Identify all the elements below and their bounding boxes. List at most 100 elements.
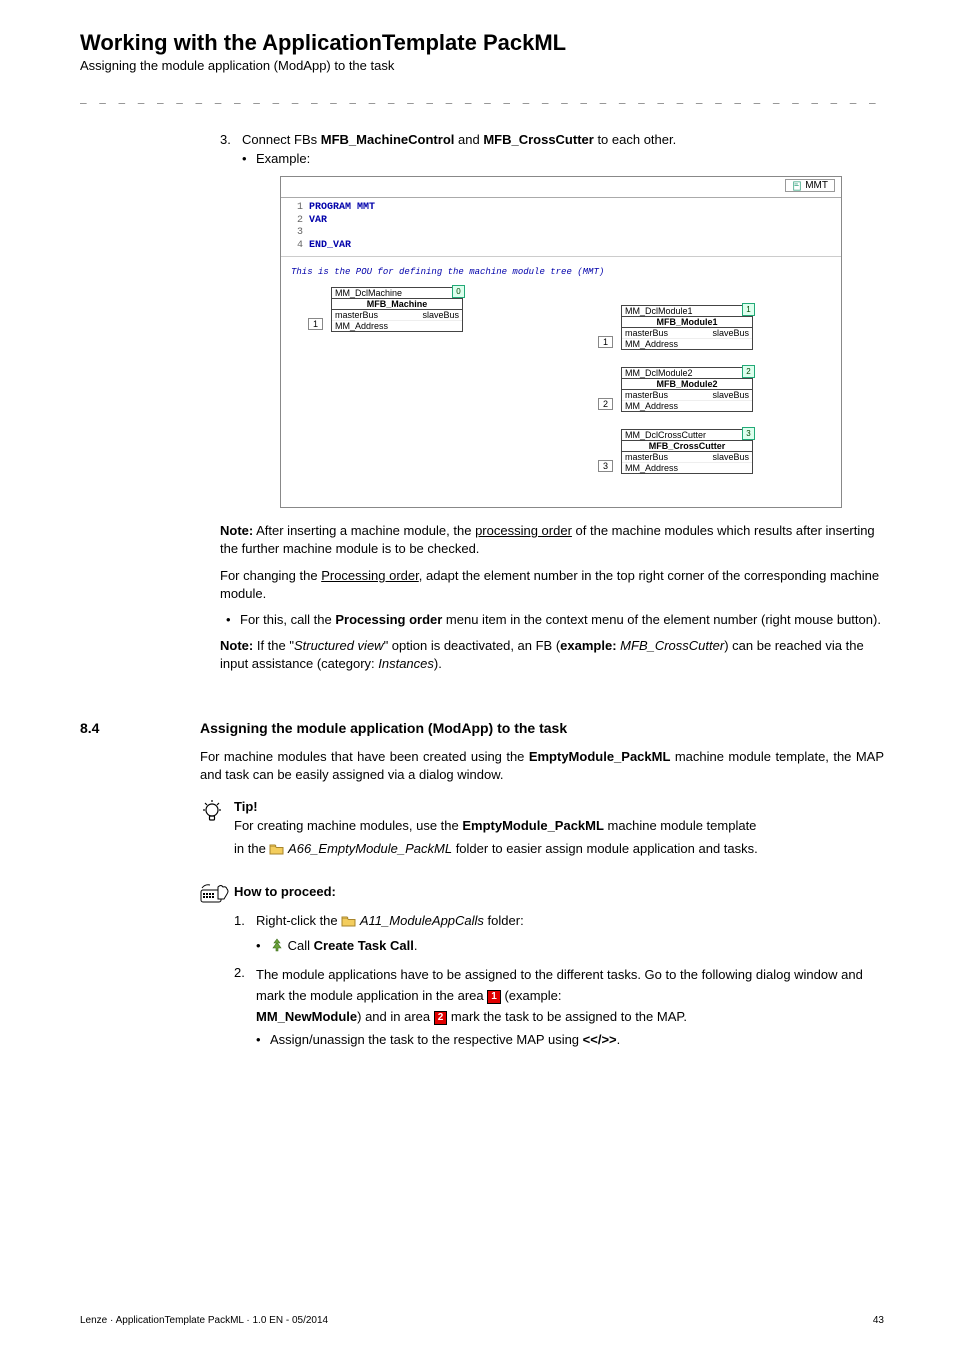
port: masterBus <box>335 310 378 320</box>
fb-type: MFB_Module2 <box>622 379 752 390</box>
howto-title: How to proceed: <box>234 884 336 899</box>
text: For this, call the <box>240 612 335 627</box>
processing-order[interactable]: 2 <box>742 365 755 378</box>
port: masterBus <box>625 328 668 338</box>
step-number: 2. <box>234 965 256 1050</box>
input-index: 2 <box>598 398 613 410</box>
action-name: Create Task Call <box>314 938 414 953</box>
tip-block: Tip! For creating machine modules, use t… <box>200 799 884 858</box>
port: slaveBus <box>712 452 749 462</box>
text: If the " <box>253 638 294 653</box>
instance-name: MM_DclModule1 <box>622 306 752 317</box>
howto-step-2: 2. The module applications have to be as… <box>234 965 884 1050</box>
note-label: Note: <box>220 523 253 538</box>
callout-marker-2: 2 <box>434 1011 448 1025</box>
editor-tab-mmt[interactable]: MMT <box>785 179 835 192</box>
port: slaveBus <box>422 310 459 320</box>
text: For machine modules that have been creat… <box>200 749 529 764</box>
text: After inserting a machine module, the <box>253 523 475 538</box>
processing-order[interactable]: 1 <box>742 303 755 316</box>
bold: example: <box>560 638 616 653</box>
bold: EmptyModule_PackML <box>462 818 604 833</box>
howto-step-1: 1. Right-click the A11_ModuleAppCalls fo… <box>234 913 884 959</box>
fb-type: MFB_CrossCutter <box>622 441 752 452</box>
note-structured-view: Note: If the "Structured view" option is… <box>220 637 884 672</box>
text: in the <box>234 841 269 856</box>
tip-title: Tip! <box>234 799 758 814</box>
divider: _ _ _ _ _ _ _ _ _ _ _ _ _ _ _ _ _ _ _ _ … <box>80 91 884 104</box>
fb-type: MFB_Module1 <box>622 317 752 328</box>
action-icon <box>270 938 284 955</box>
bullet: • <box>256 1032 270 1047</box>
text: Connect FBs <box>242 132 321 147</box>
tip-text: For creating machine modules, use the Em… <box>234 818 758 833</box>
lightbulb-icon <box>200 799 234 828</box>
port: slaveBus <box>712 328 749 338</box>
step-3: 3. Connect FBs MFB_MachineControl and MF… <box>220 132 884 170</box>
italic: MFB_CrossCutter <box>620 638 724 653</box>
text: " option is deactivated, an FB ( <box>384 638 561 653</box>
text: . <box>414 938 418 953</box>
code-line: PROGRAM MMT <box>309 202 375 213</box>
text: ) and in area <box>357 1009 434 1024</box>
fb-name: MFB_MachineControl <box>321 132 455 147</box>
tab-label: MMT <box>805 180 828 191</box>
text: mark the task to be assigned to the MAP. <box>451 1009 687 1024</box>
port: MM_Address <box>622 338 752 349</box>
callout-marker-1: 1 <box>487 990 501 1004</box>
instance-name: MM_DclModule2 <box>622 368 752 379</box>
section-heading: 8.4 Assigning the module application (Mo… <box>80 720 884 736</box>
italic: Structured view <box>294 638 384 653</box>
step-number: 1. <box>234 913 256 959</box>
text: machine module template <box>604 818 756 833</box>
text: The module applications have to be assig… <box>256 965 884 1027</box>
port: MM_Address <box>622 400 752 411</box>
text: and <box>454 132 483 147</box>
text: Call <box>288 938 314 953</box>
italic: Instances <box>378 656 434 671</box>
para-change-order: For changing the Processing order, adapt… <box>220 567 884 602</box>
page-footer: Lenze · ApplicationTemplate PackML · 1.0… <box>80 1315 884 1326</box>
fb-block-module2[interactable]: 2 2 MM_DclModule2 MFB_Module2 masterBuss… <box>621 367 753 412</box>
note-processing-order: Note: After inserting a machine module, … <box>220 522 884 557</box>
port: masterBus <box>625 390 668 400</box>
folder-name: A66_EmptyModule_PackML <box>288 841 452 856</box>
underlined: Processing order <box>321 568 419 583</box>
text: For creating machine modules, use the <box>234 818 462 833</box>
step-number: 3. <box>220 132 242 170</box>
processing-order[interactable]: 3 <box>742 427 755 440</box>
text: . <box>617 1032 621 1047</box>
step-text: Connect FBs MFB_MachineControl and MFB_C… <box>242 132 884 170</box>
keys: <</>> <box>583 1032 617 1047</box>
fbd-diagram: This is the POU for defining the machine… <box>281 257 841 507</box>
code-block: 1PROGRAM MMT 2VAR 3 4END_VAR <box>281 198 841 257</box>
text: For changing the <box>220 568 321 583</box>
fb-block-machine[interactable]: 0 1 MM_DclMachine MFB_Machine masterBuss… <box>331 287 463 332</box>
instance-name: MM_DclMachine <box>332 288 462 299</box>
pou-comment: This is the POU for defining the machine… <box>291 267 831 277</box>
fb-block-module1[interactable]: 1 1 MM_DclModule1 MFB_Module1 masterBuss… <box>621 305 753 350</box>
note-label: Note: <box>220 638 253 653</box>
fb-type: MFB_Machine <box>332 299 462 310</box>
fb-name: MFB_CrossCutter <box>483 132 594 147</box>
page-subtitle: Assigning the module application (ModApp… <box>80 58 884 73</box>
bold: MM_NewModule <box>256 1009 357 1024</box>
input-index: 1 <box>598 336 613 348</box>
folder-icon <box>341 915 356 930</box>
bold: Processing order <box>335 612 442 627</box>
instance-name: MM_DclCrossCutter <box>622 430 752 441</box>
text: Right-click the <box>256 913 341 928</box>
text: Assign/unassign the task to the respecti… <box>270 1032 583 1047</box>
folder-name: A11_ModuleAppCalls <box>360 913 484 928</box>
section-intro: For machine modules that have been creat… <box>200 748 884 783</box>
port: slaveBus <box>712 390 749 400</box>
bullet: • <box>242 151 256 166</box>
bullet-text: Assign/unassign the task to the respecti… <box>270 1032 620 1047</box>
text: folder: <box>484 913 524 928</box>
page-number: 43 <box>873 1315 884 1326</box>
text: menu item in the context menu of the ele… <box>442 612 881 627</box>
fb-block-crosscutter[interactable]: 3 3 MM_DclCrossCutter MFB_CrossCutter ma… <box>621 429 753 474</box>
text: to each other. <box>594 132 676 147</box>
bullet-text: For this, call the Processing order menu… <box>240 612 881 627</box>
processing-order[interactable]: 0 <box>452 285 465 298</box>
